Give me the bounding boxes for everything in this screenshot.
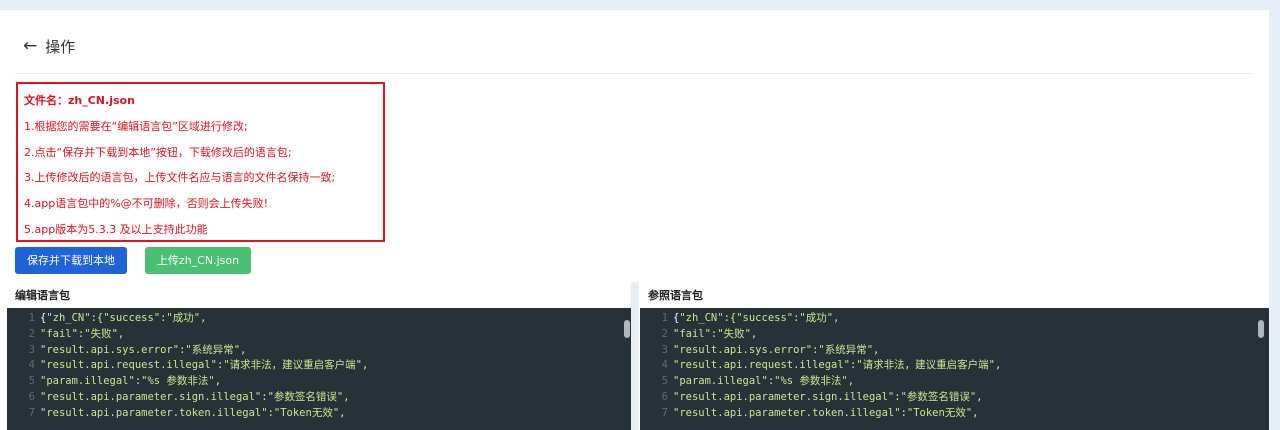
instruction-item: 3.上传修改后的语言包，上传文件名应与语言的文件名保持一致; <box>24 171 336 185</box>
code-text: "result.api.parameter.sign.illegal":"参数签… <box>40 390 350 403</box>
line-number: 7 <box>661 406 668 419</box>
code-line: 7 "result.api.parameter.token.illegal":"T… <box>7 406 631 422</box>
line-number: 4 <box>661 359 668 372</box>
instruction-item: 2.点击“保存并下载到本地”按钮，下载修改后的语言包; <box>24 145 292 159</box>
line-number: 2 <box>28 327 35 340</box>
line-number: 4 <box>28 359 35 372</box>
code-line: 2 "fail":"失败", <box>7 327 631 343</box>
instruction-item: 5.app版本为5.3.3 及以上支持此功能 <box>24 222 208 236</box>
filename-label: 文件名：zh_CN.json <box>24 94 135 107</box>
back-arrow-icon[interactable]: ← <box>23 37 37 55</box>
edit-code-editor[interactable]: 1{"zh_CN":{"success":"成功", 2 "fail":"失败",… <box>7 308 631 430</box>
code-text: "result.api.sys.error":"系统异常", <box>673 343 880 356</box>
code-line: 2 "fail":"失败", <box>640 327 1269 343</box>
instruction-item: 1.根据您的需要在“编辑语言包”区域进行修改; <box>24 119 248 133</box>
code-line: 3 "result.api.sys.error":"系统异常", <box>640 343 1269 359</box>
code-text: "fail":"失败", <box>40 327 125 340</box>
code-line: 6 "result.api.parameter.sign.illegal":"参数… <box>7 390 631 406</box>
code-text: "result.api.parameter.token.illegal":"To… <box>40 406 346 419</box>
code-text: "param.illegal":"%s 参数非法", <box>40 375 222 388</box>
code-line: 5 "param.illegal":"%s 参数非法", <box>640 374 1269 390</box>
code-line: 1{"zh_CN":{"success":"成功", <box>640 311 1269 327</box>
editor-scrollbar[interactable] <box>624 320 630 338</box>
code-text: "param.illegal":"%s 参数非法", <box>673 375 855 388</box>
code-line: 4 "result.api.request.illegal":"请求非法，建议重启… <box>7 358 631 374</box>
code-line: 1{"zh_CN":{"success":"成功", <box>7 311 631 327</box>
line-number: 3 <box>661 343 668 356</box>
line-number: 3 <box>28 343 35 356</box>
code-text: "zh_CN":{"success":"成功", <box>679 312 840 324</box>
reference-panel-title: 参照语言包 <box>648 289 703 302</box>
code-line: 7 "result.api.parameter.token.illegal":"T… <box>640 406 1269 422</box>
line-number: 6 <box>28 390 35 403</box>
line-number: 1 <box>28 312 35 324</box>
page-header: ← 操作 <box>23 34 75 58</box>
code-line: 6 "result.api.parameter.sign.illegal":"参数… <box>640 390 1269 406</box>
code-text: "result.api.sys.error":"系统异常", <box>40 343 247 356</box>
code-text: "result.api.parameter.sign.illegal":"参数签… <box>673 390 983 403</box>
line-number: 2 <box>661 327 668 340</box>
upload-button[interactable]: 上传zh_CN.json <box>145 247 251 274</box>
code-line: 3 "result.api.sys.error":"系统异常", <box>7 343 631 359</box>
code-text: "zh_CN":{"success":"成功", <box>46 312 207 324</box>
editor-lines: 1{"zh_CN":{"success":"成功", 2 "fail":"失败",… <box>640 308 1269 422</box>
line-number: 6 <box>661 390 668 403</box>
code-line: 4 "result.api.request.illegal":"请求非法，建议重启… <box>640 358 1269 374</box>
line-number: 1 <box>661 312 668 324</box>
header-divider <box>15 73 1251 74</box>
instruction-item: 4.app语言包中的%@不可删除，否则会上传失败! <box>24 197 269 211</box>
main-card: ← 操作 文件名：zh_CN.json 1.根据您的需要在“编辑语言包”区域进行… <box>0 10 1269 430</box>
line-number: 5 <box>28 375 35 388</box>
code-text: "result.api.request.illegal":"请求非法，建议重启客… <box>40 359 369 372</box>
editor-lines: 1{"zh_CN":{"success":"成功", 2 "fail":"失败",… <box>7 308 631 422</box>
code-text: "fail":"失败", <box>673 327 758 340</box>
code-text: "result.api.request.illegal":"请求非法，建议重启客… <box>673 359 1002 372</box>
code-line: 5 "param.illegal":"%s 参数非法", <box>7 374 631 390</box>
code-text: "result.api.parameter.token.illegal":"To… <box>673 406 979 419</box>
page-title: 操作 <box>45 37 76 56</box>
save-download-button[interactable]: 保存并下载到本地 <box>15 247 127 274</box>
reference-code-editor[interactable]: 1{"zh_CN":{"success":"成功", 2 "fail":"失败",… <box>640 308 1269 430</box>
edit-panel-title: 编辑语言包 <box>15 289 70 302</box>
instructions-box: 文件名：zh_CN.json 1.根据您的需要在“编辑语言包”区域进行修改; 2… <box>16 82 385 242</box>
line-number: 7 <box>28 406 35 419</box>
editor-scrollbar[interactable] <box>1258 320 1264 338</box>
line-number: 5 <box>661 375 668 388</box>
panel-separator <box>631 282 639 430</box>
